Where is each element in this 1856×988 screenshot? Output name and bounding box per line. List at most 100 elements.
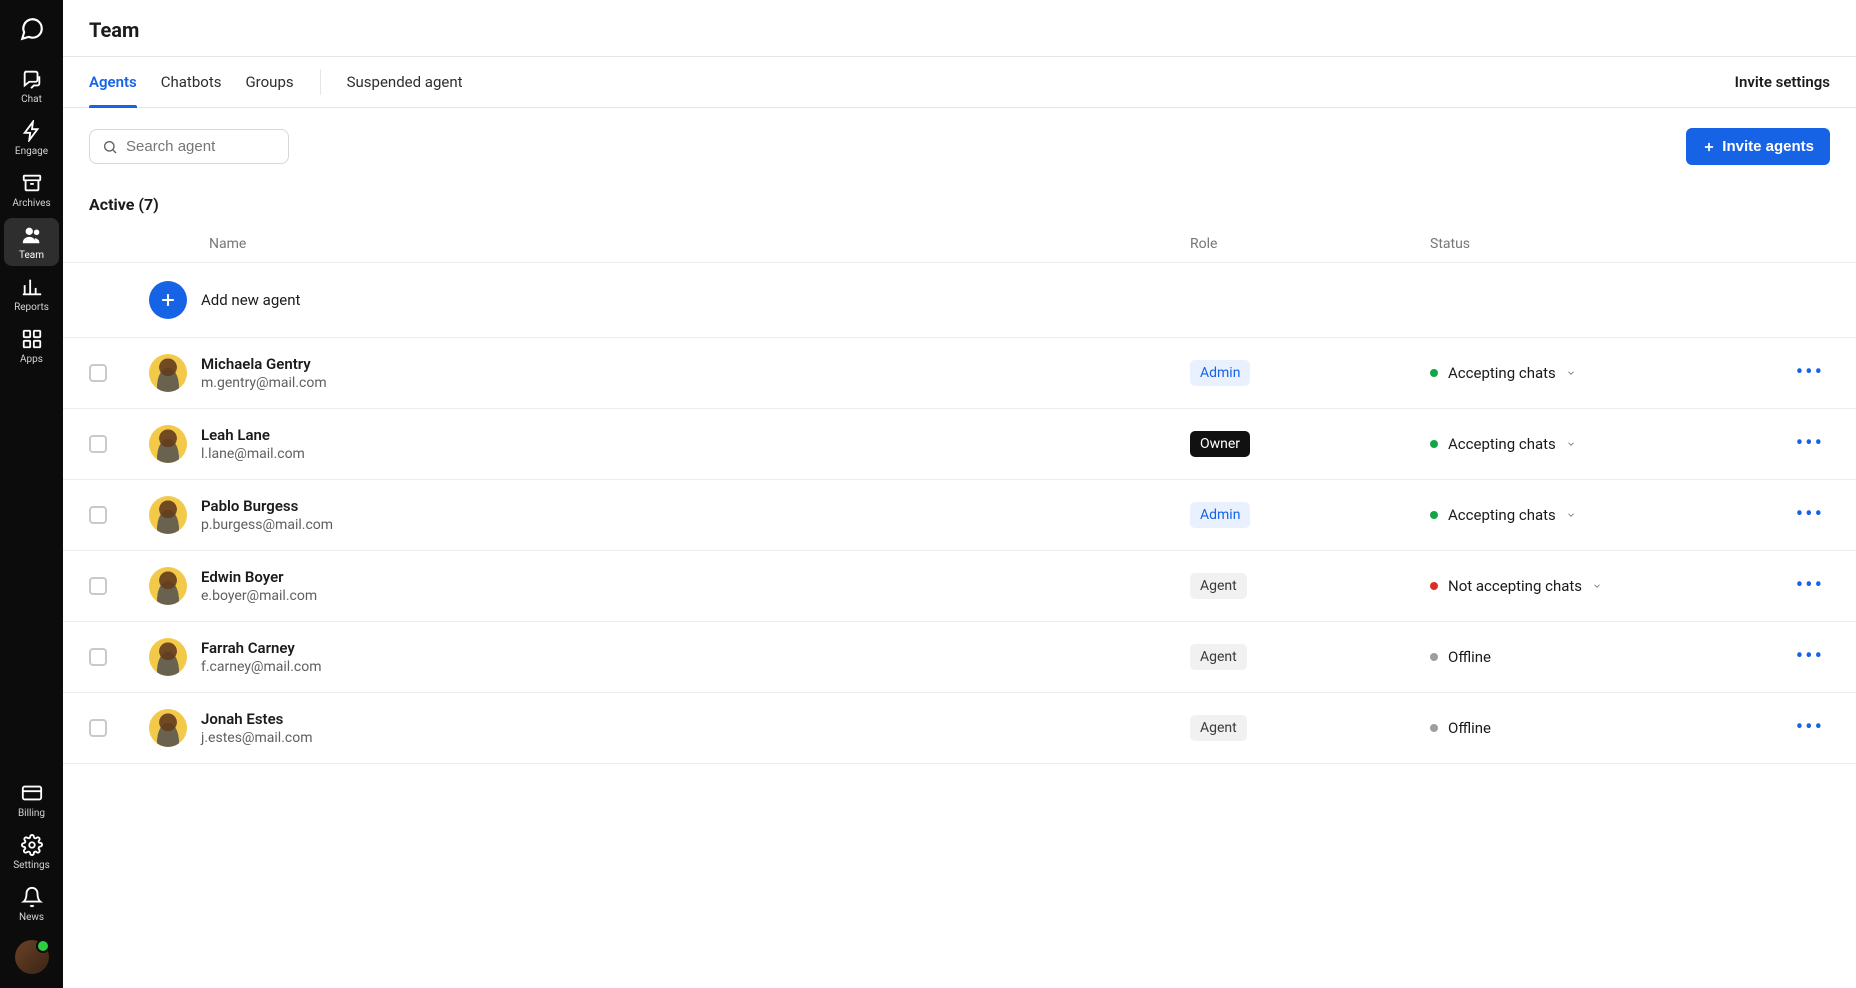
main: Team Agents Chatbots Groups Suspended ag… [63, 0, 1856, 988]
status-dot [1430, 582, 1438, 590]
chevron-down-icon [1592, 581, 1602, 591]
agent-avatar [149, 567, 187, 605]
section-heading: Active (7) [63, 165, 1856, 226]
agent-email: e.boyer@mail.com [201, 588, 317, 604]
tabs: Agents Chatbots Groups Suspended agent [89, 57, 463, 107]
agent-email: l.lane@mail.com [201, 446, 305, 462]
row-checkbox[interactable] [89, 719, 107, 737]
search-icon [102, 139, 118, 155]
sidebar-item-news[interactable]: News [4, 880, 59, 928]
sidebar-item-label: Apps [20, 354, 43, 366]
agent-avatar [149, 709, 187, 747]
tab-divider [320, 69, 321, 95]
agent-name: Jonah Estes [201, 710, 312, 728]
sidebar-item-billing[interactable]: Billing [4, 776, 59, 824]
status-dropdown[interactable]: Accepting chats [1430, 364, 1750, 382]
sidebar-item-archives[interactable]: Archives [4, 166, 59, 214]
invite-agents-button[interactable]: Invite agents [1686, 128, 1830, 165]
col-status: Status [1430, 236, 1750, 252]
page-title: Team [89, 18, 1830, 42]
agent-avatar [149, 638, 187, 676]
team-icon [21, 224, 43, 246]
row-checkbox[interactable] [89, 577, 107, 595]
add-new-agent-label: Add new agent [201, 291, 300, 309]
status-label: Accepting chats [1448, 506, 1556, 524]
sidebar-item-reports[interactable]: Reports [4, 270, 59, 318]
table-header: Name Role Status [63, 226, 1856, 263]
status-dot [1430, 653, 1438, 661]
agent-name: Leah Lane [201, 426, 305, 444]
agent-avatar [149, 496, 187, 534]
role-badge: Agent [1190, 573, 1247, 599]
controls-row: Invite agents [63, 108, 1856, 165]
plus-icon [1702, 140, 1716, 154]
role-badge: Agent [1190, 644, 1247, 670]
col-name: Name [149, 236, 1190, 252]
status-dropdown[interactable]: Accepting chats [1430, 435, 1750, 453]
billing-icon [21, 782, 43, 804]
tab-chatbots[interactable]: Chatbots [161, 57, 222, 107]
bolt-icon [21, 120, 43, 142]
sidebar-item-team[interactable]: Team [4, 218, 59, 266]
agent-name: Farrah Carney [201, 639, 322, 657]
sidebar-item-label: Engage [15, 146, 48, 158]
row-checkbox[interactable] [89, 648, 107, 666]
row-checkbox[interactable] [89, 364, 107, 382]
status-dot [1430, 440, 1438, 448]
sidebar-item-engage[interactable]: Engage [4, 114, 59, 162]
row-checkbox[interactable] [89, 506, 107, 524]
role-badge: Owner [1190, 431, 1250, 457]
agent-email: m.gentry@mail.com [201, 375, 327, 391]
add-new-agent-row[interactable]: Add new agent [63, 263, 1856, 338]
invite-settings-link[interactable]: Invite settings [1735, 73, 1830, 91]
agent-email: f.carney@mail.com [201, 659, 322, 675]
sidebar-item-label: Settings [13, 860, 50, 872]
status-dropdown: Offline [1430, 648, 1750, 666]
status-dropdown[interactable]: Not accepting chats [1430, 577, 1750, 595]
row-actions-button[interactable]: ••• [1790, 500, 1830, 530]
sidebar-item-label: Reports [14, 302, 49, 314]
status-dropdown[interactable]: Accepting chats [1430, 506, 1750, 524]
agents-table: Name Role Status Add new agent Michaela … [63, 226, 1856, 764]
row-actions-button[interactable]: ••• [1790, 429, 1830, 459]
tab-suspended-agent[interactable]: Suspended agent [347, 57, 463, 107]
agent-email: j.estes@mail.com [201, 730, 312, 746]
row-actions-button[interactable]: ••• [1790, 713, 1830, 743]
role-badge: Admin [1190, 360, 1250, 386]
chevron-down-icon [1566, 439, 1576, 449]
sidebar-item-apps[interactable]: Apps [4, 322, 59, 370]
tab-agents[interactable]: Agents [89, 57, 137, 107]
agent-name: Michaela Gentry [201, 355, 327, 373]
invite-agents-label: Invite agents [1722, 138, 1814, 155]
sidebar-item-label: Archives [12, 198, 50, 210]
sidebar-item-label: Billing [18, 808, 45, 820]
row-checkbox[interactable] [89, 435, 107, 453]
sidebar-item-chat[interactable]: Chat [4, 62, 59, 110]
news-icon [21, 886, 43, 908]
table-row: Farrah Carney f.carney@mail.com Agent Offli… [63, 622, 1856, 693]
status-label: Accepting chats [1448, 364, 1556, 382]
agent-avatar [149, 354, 187, 392]
tabs-row: Agents Chatbots Groups Suspended agent I… [63, 56, 1856, 108]
status-dropdown: Offline [1430, 719, 1750, 737]
user-avatar[interactable] [15, 940, 49, 974]
status-label: Offline [1448, 719, 1491, 737]
sidebar-item-settings[interactable]: Settings [4, 828, 59, 876]
status-dot [1430, 511, 1438, 519]
search-field[interactable] [89, 129, 289, 164]
sidebar-item-label: Team [19, 250, 44, 262]
settings-icon [21, 834, 43, 856]
chevron-down-icon [1566, 510, 1576, 520]
table-row: Leah Lane l.lane@mail.com Owner Accepting c… [63, 409, 1856, 480]
agent-avatar [149, 425, 187, 463]
table-row: Edwin Boyere.boyer@mail.comAgentNot acce… [63, 551, 1856, 622]
search-input[interactable] [126, 138, 276, 155]
chat-icon [21, 68, 43, 90]
row-actions-button[interactable]: ••• [1790, 571, 1830, 601]
tab-groups[interactable]: Groups [245, 57, 293, 107]
app-logo[interactable] [17, 14, 47, 44]
status-dot [1430, 369, 1438, 377]
row-actions-button[interactable]: ••• [1790, 642, 1830, 672]
row-actions-button[interactable]: ••• [1790, 358, 1830, 388]
table-row: Michaela Gentry m.gentry@mail.com Admin Acc… [63, 338, 1856, 409]
